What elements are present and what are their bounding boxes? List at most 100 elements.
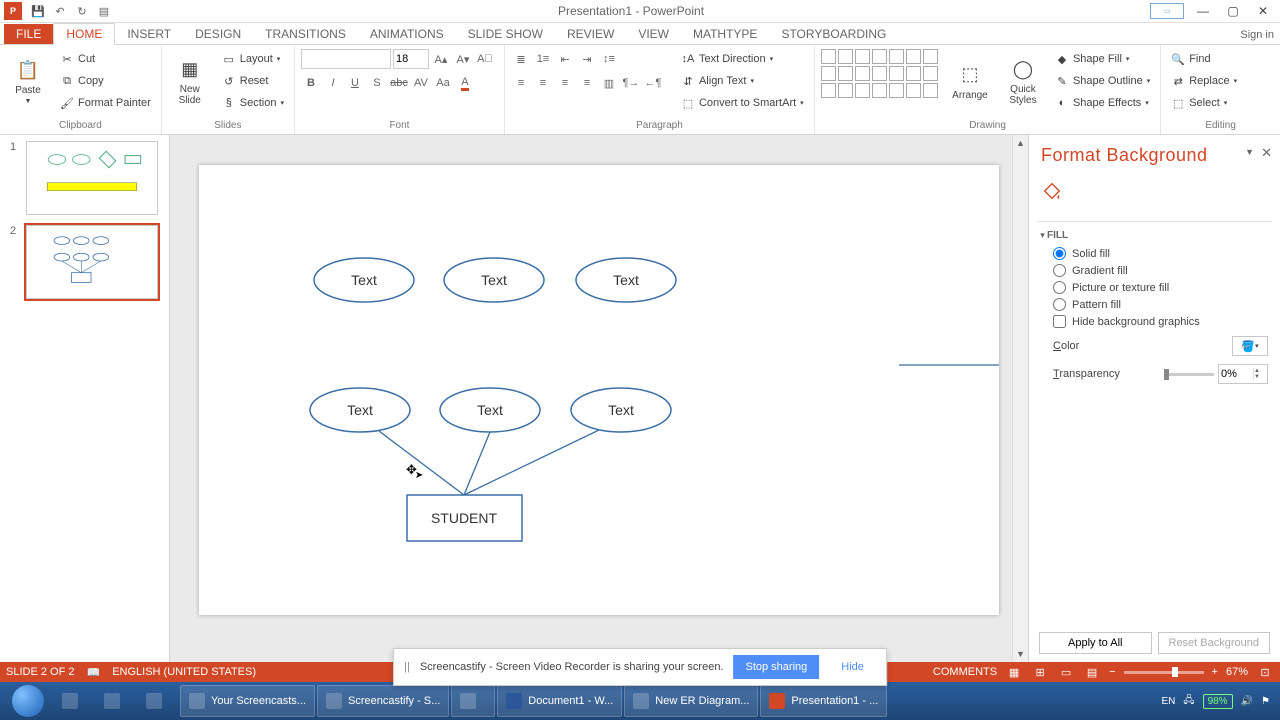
shapes-gallery[interactable] [821, 49, 939, 99]
numbering-button[interactable]: 1≡ [533, 49, 553, 69]
fit-to-window-icon[interactable]: ⊡ [1256, 664, 1274, 680]
font-family-input[interactable] [301, 49, 391, 69]
hide-bg-checkbox[interactable]: Hide background graphics [1053, 315, 1268, 328]
taskbar-pinned-3[interactable] [138, 685, 178, 717]
char-spacing-button[interactable]: AV [411, 73, 431, 93]
tab-file[interactable]: FILE [4, 24, 53, 44]
clear-formatting-icon[interactable]: A⃠ [475, 49, 495, 69]
sorter-view-icon[interactable]: ⊞ [1031, 664, 1049, 680]
tab-home[interactable]: HOME [53, 23, 115, 45]
taskbar-chrome-1[interactable]: Your Screencasts... [180, 685, 315, 717]
close-button[interactable]: ✕ [1250, 2, 1276, 20]
fill-section-header[interactable]: FILL [1041, 230, 1268, 241]
scroll-down-icon[interactable]: ▼ [1015, 648, 1027, 660]
tray-lang[interactable]: EN [1162, 696, 1176, 707]
tray-battery[interactable]: 98% [1203, 694, 1233, 709]
start-button[interactable] [4, 685, 52, 717]
apply-all-button[interactable]: Apply to All [1039, 632, 1152, 654]
convert-smartart-button[interactable]: ⬚Convert to SmartArt▾ [677, 93, 808, 113]
transparency-value[interactable] [1219, 368, 1253, 380]
zoom-level[interactable]: 67% [1226, 666, 1248, 678]
taskbar-image[interactable]: New ER Diagram... [624, 685, 758, 717]
undo-icon[interactable]: ↶ [52, 3, 68, 19]
ltr-button[interactable]: ¶→ [621, 73, 641, 93]
tab-slideshow[interactable]: SLIDE SHOW [456, 24, 555, 44]
new-slide-button[interactable]: ▦ New Slide [168, 49, 212, 113]
redo-icon[interactable]: ↻ [74, 3, 90, 19]
hide-share-button[interactable]: Hide [829, 655, 876, 679]
justify-button[interactable]: ≡ [577, 73, 597, 93]
arrange-button[interactable]: ⬚Arrange [945, 49, 995, 113]
scroll-up-icon[interactable]: ▲ [1015, 137, 1027, 149]
shape-outline-button[interactable]: ✎Shape Outline▾ [1051, 71, 1154, 91]
tab-transitions[interactable]: TRANSITIONS [253, 24, 358, 44]
taskbar-pinned-1[interactable] [54, 685, 94, 717]
slideshow-view-icon[interactable]: ▤ [1083, 664, 1101, 680]
change-case-button[interactable]: Aa [433, 73, 453, 93]
slide-canvas-area[interactable]: Text Text Text Text Text Text STUDENT [170, 135, 1028, 662]
pane-options-icon[interactable]: ▼ [1245, 147, 1254, 157]
color-picker-button[interactable]: 🪣▾ [1232, 336, 1268, 356]
taskbar-chrome-2[interactable]: Screencastify - S... [317, 685, 449, 717]
section-button[interactable]: §Section▾ [218, 93, 288, 113]
tab-design[interactable]: DESIGN [183, 24, 253, 44]
underline-button[interactable]: U [345, 73, 365, 93]
vertical-scrollbar[interactable]: ▲ ▼ [1012, 135, 1028, 662]
gradient-fill-radio[interactable]: Gradient fill [1053, 264, 1268, 277]
reset-button[interactable]: ↺Reset [218, 71, 288, 91]
picture-fill-radio[interactable]: Picture or texture fill [1053, 281, 1268, 294]
increase-indent-button[interactable]: ⇥ [577, 49, 597, 69]
thumbnail-2[interactable]: 2 [10, 225, 159, 299]
stop-sharing-button[interactable]: Stop sharing [734, 655, 820, 679]
layout-button[interactable]: ▭Layout▾ [218, 49, 288, 69]
decrease-indent-button[interactable]: ⇤ [555, 49, 575, 69]
replace-button[interactable]: ⇄Replace▾ [1167, 71, 1241, 91]
bold-button[interactable]: B [301, 73, 321, 93]
pane-close-button[interactable]: ✕ [1261, 145, 1272, 161]
sign-in-link[interactable]: Sign in [1240, 29, 1274, 44]
transparency-spinner[interactable]: ▲▼ [1218, 364, 1268, 384]
tab-animations[interactable]: ANIMATIONS [358, 24, 456, 44]
align-right-button[interactable]: ≡ [555, 73, 575, 93]
tray-flag-icon[interactable]: ⚑ [1261, 696, 1270, 707]
tab-view[interactable]: VIEW [626, 24, 681, 44]
shadow-button[interactable]: S [367, 73, 387, 93]
tray-volume-icon[interactable]: 🔊 [1241, 696, 1253, 707]
columns-button[interactable]: ▥ [599, 73, 619, 93]
tab-storyboarding[interactable]: STORYBOARDING [769, 24, 898, 44]
select-button[interactable]: ⬚Select▾ [1167, 93, 1241, 113]
strikethrough-button[interactable]: abc [389, 73, 409, 93]
find-button[interactable]: 🔍Find [1167, 49, 1241, 69]
increase-font-icon[interactable]: A▴ [431, 49, 451, 69]
start-slideshow-icon[interactable]: ▤ [96, 3, 112, 19]
taskbar-word[interactable]: Document1 - W... [497, 685, 622, 717]
pattern-fill-radio[interactable]: Pattern fill [1053, 298, 1268, 311]
zoom-out-button[interactable]: − [1109, 666, 1115, 678]
italic-button[interactable]: I [323, 73, 343, 93]
zoom-slider[interactable] [1124, 671, 1204, 674]
reading-view-icon[interactable]: ▭ [1057, 664, 1075, 680]
tab-review[interactable]: REVIEW [555, 24, 626, 44]
paste-button[interactable]: 📋 Paste ▼ [6, 49, 50, 113]
font-size-input[interactable] [393, 49, 429, 69]
text-direction-button[interactable]: ↕AText Direction▾ [677, 49, 808, 69]
align-left-button[interactable]: ≡ [511, 73, 531, 93]
comments-button[interactable]: COMMENTS [933, 666, 997, 678]
format-painter-button[interactable]: 🖌Format Painter [56, 93, 155, 113]
quick-styles-button[interactable]: ◯Quick Styles [1001, 49, 1045, 113]
copy-button[interactable]: ⧉Copy [56, 71, 155, 91]
fill-bucket-icon[interactable] [1041, 180, 1063, 202]
solid-fill-radio[interactable]: Solid fill [1053, 247, 1268, 260]
normal-view-icon[interactable]: ▦ [1005, 664, 1023, 680]
minimize-button[interactable]: — [1190, 2, 1216, 20]
thumbnail-1[interactable]: 1 [10, 141, 159, 215]
line-spacing-button[interactable]: ↕≡ [599, 49, 619, 69]
transparency-slider[interactable] [1164, 373, 1214, 376]
align-text-button[interactable]: ⇵Align Text▾ [677, 71, 808, 91]
rtl-button[interactable]: ←¶ [643, 73, 663, 93]
taskbar-pinned-2[interactable] [96, 685, 136, 717]
restore-button[interactable]: ▢ [1220, 2, 1246, 20]
taskbar-telegram[interactable] [451, 685, 495, 717]
tab-mathtype[interactable]: MathType [681, 24, 769, 44]
slide-counter[interactable]: SLIDE 2 OF 2 [6, 666, 74, 678]
